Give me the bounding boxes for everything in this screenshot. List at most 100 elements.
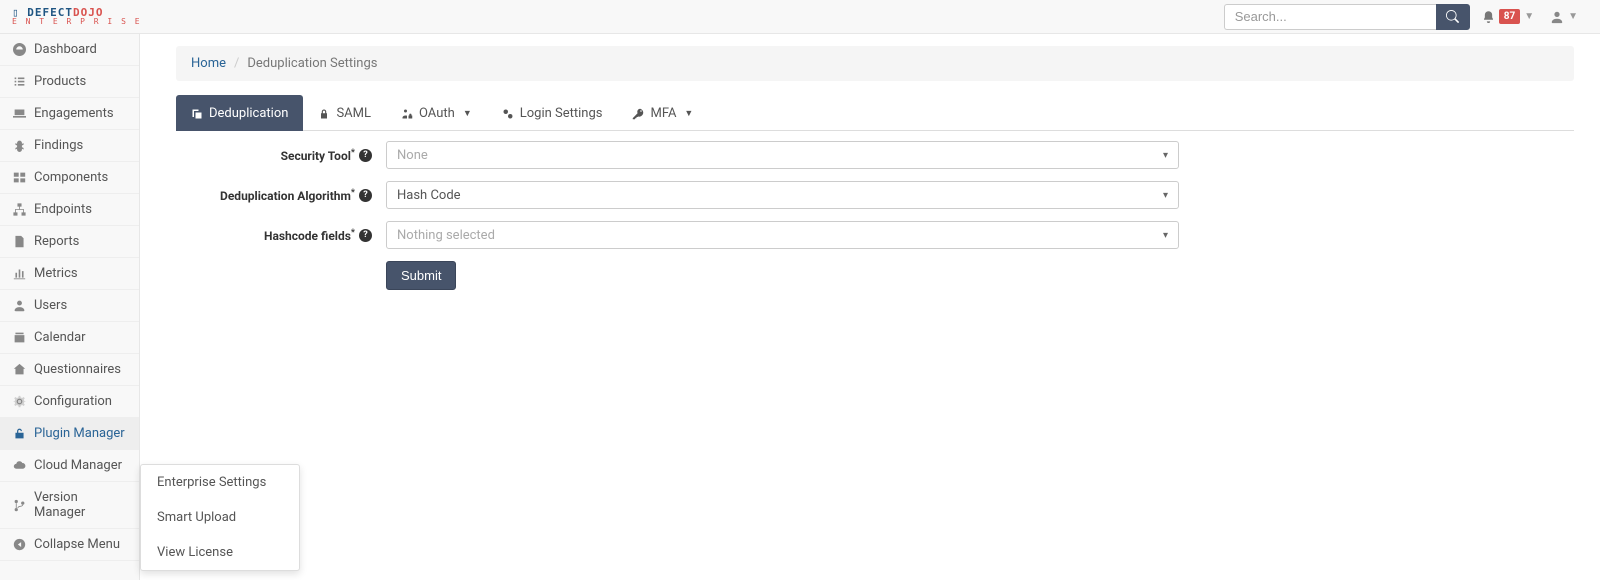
hashcode-fields-label: Hashcode fields* ?	[176, 228, 386, 243]
sidebar-item-label: Dashboard	[34, 42, 97, 57]
dedup-form: Security Tool* ? None ▾ Deduplication Al…	[176, 131, 1574, 290]
user-icon	[12, 299, 26, 312]
sidebar-item-label: Users	[34, 298, 67, 313]
search-icon	[1446, 10, 1459, 23]
tab-login-settings[interactable]: Login Settings	[487, 95, 618, 131]
select-value: Hash Code	[397, 188, 461, 203]
caret-down-icon: ▾	[1163, 150, 1168, 161]
sidebar-item-label: Components	[34, 170, 108, 185]
help-icon[interactable]: ?	[359, 229, 372, 242]
caret-down-icon: ▾	[1163, 190, 1168, 201]
sidebar-item-label: Endpoints	[34, 202, 92, 217]
sidebar-item-products[interactable]: Products	[0, 66, 139, 98]
sidebar-item-reports[interactable]: Reports	[0, 226, 139, 258]
sidebar-item-users[interactable]: Users	[0, 290, 139, 322]
sidebar-item-components[interactable]: Components	[0, 162, 139, 194]
branch-icon	[12, 499, 26, 512]
top-header: ▯ DEFECTDOJO E N T E R P R I S E 87 ▼ ▼	[0, 0, 1600, 34]
grid-icon	[12, 171, 26, 184]
tab-label: Deduplication	[209, 106, 288, 121]
sidebar-item-label: Findings	[34, 138, 83, 153]
key-icon	[632, 108, 644, 120]
flyout-item-view-license[interactable]: View License	[141, 535, 299, 570]
sidebar-item-label: Products	[34, 74, 86, 89]
tab-mfa[interactable]: MFA ▼	[617, 95, 708, 131]
copy-icon	[191, 108, 203, 120]
breadcrumb-home[interactable]: Home	[191, 56, 226, 71]
file-icon	[12, 235, 26, 248]
tab-label: OAuth	[419, 106, 455, 121]
tab-oauth[interactable]: OAuth ▼	[386, 95, 487, 131]
flyout-item-enterprise-settings[interactable]: Enterprise Settings	[141, 465, 299, 500]
sidebar-item-label: Collapse Menu	[34, 537, 120, 552]
sidebar-item-metrics[interactable]: Metrics	[0, 258, 139, 290]
logo[interactable]: ▯ DEFECTDOJO E N T E R P R I S E	[12, 7, 142, 26]
list-icon	[12, 75, 26, 88]
search-button[interactable]	[1436, 4, 1470, 30]
tab-label: SAML	[336, 106, 371, 121]
search-wrap	[1224, 4, 1470, 30]
help-icon[interactable]: ?	[359, 149, 372, 162]
help-icon[interactable]: ?	[359, 189, 372, 202]
sidebar-item-collapse-menu[interactable]: Collapse Menu	[0, 529, 139, 561]
chart-icon	[12, 267, 26, 280]
sidebar-item-label: Calendar	[34, 330, 86, 345]
sidebar-item-label: Version Manager	[34, 490, 127, 520]
notifications-dropdown[interactable]: 87 ▼	[1476, 9, 1540, 24]
caret-down-icon: ▼	[1568, 11, 1578, 22]
security-tool-label: Security Tool* ?	[176, 148, 386, 163]
tab-deduplication[interactable]: Deduplication	[176, 95, 303, 131]
sidebar-item-cloud-manager[interactable]: Cloud Manager	[0, 450, 139, 482]
caret-down-icon: ▼	[684, 108, 693, 119]
lock-icon	[318, 108, 330, 120]
breadcrumb-current: Deduplication Settings	[247, 56, 377, 71]
hashcode-fields-select[interactable]: Nothing selected ▾	[386, 221, 1179, 249]
submit-button[interactable]: Submit	[386, 261, 456, 290]
select-value: None	[397, 148, 428, 163]
user-lock-icon	[401, 108, 413, 120]
flyout-item-smart-upload[interactable]: Smart Upload	[141, 500, 299, 535]
laptop-icon	[12, 107, 26, 120]
notification-badge: 87	[1499, 9, 1520, 24]
sidebar-item-dashboard[interactable]: Dashboard	[0, 34, 139, 66]
sidebar-item-calendar[interactable]: Calendar	[0, 322, 139, 354]
sidebar-item-questionnaires[interactable]: Questionnaires	[0, 354, 139, 386]
calendar-icon	[12, 331, 26, 344]
sidebar: Dashboard Products Engagements Findings …	[0, 34, 140, 580]
home-check-icon	[12, 363, 26, 376]
sidebar-item-version-manager[interactable]: Version Manager	[0, 482, 139, 529]
sidebar-item-label: Configuration	[34, 394, 112, 409]
bell-icon	[1482, 10, 1495, 23]
sidebar-item-endpoints[interactable]: Endpoints	[0, 194, 139, 226]
select-value: Nothing selected	[397, 228, 495, 243]
tab-saml[interactable]: SAML	[303, 95, 386, 131]
arrow-left-icon	[12, 538, 26, 551]
sidebar-item-configuration[interactable]: Configuration	[0, 386, 139, 418]
user-menu-dropdown[interactable]: ▼	[1546, 10, 1582, 24]
user-icon	[1550, 10, 1564, 24]
sitemap-icon	[12, 203, 26, 216]
dedup-algorithm-select[interactable]: Hash Code ▾	[386, 181, 1179, 209]
breadcrumb: Home / Deduplication Settings	[176, 46, 1574, 81]
bug-icon	[12, 139, 26, 152]
sidebar-item-label: Reports	[34, 234, 79, 249]
unlock-icon	[12, 427, 26, 440]
search-input[interactable]	[1224, 4, 1436, 30]
sidebar-item-plugin-manager[interactable]: Plugin Manager	[0, 418, 139, 450]
plugin-manager-flyout: Enterprise Settings Smart Upload View Li…	[140, 464, 300, 571]
caret-down-icon: ▼	[1524, 11, 1534, 22]
tabs: Deduplication SAML OAuth ▼ Login Setting…	[176, 95, 1574, 131]
gears-icon	[502, 108, 514, 120]
sidebar-item-engagements[interactable]: Engagements	[0, 98, 139, 130]
breadcrumb-separator: /	[234, 56, 239, 71]
sidebar-item-label: Questionnaires	[34, 362, 121, 377]
tab-label: Login Settings	[520, 106, 603, 121]
gear-icon	[12, 395, 26, 408]
sidebar-item-label: Plugin Manager	[34, 426, 125, 441]
dedup-algorithm-label: Deduplication Algorithm* ?	[176, 188, 386, 203]
sidebar-item-findings[interactable]: Findings	[0, 130, 139, 162]
sidebar-item-label: Engagements	[34, 106, 114, 121]
tab-label: MFA	[650, 106, 676, 121]
dashboard-icon	[12, 43, 26, 56]
security-tool-select[interactable]: None ▾	[386, 141, 1179, 169]
